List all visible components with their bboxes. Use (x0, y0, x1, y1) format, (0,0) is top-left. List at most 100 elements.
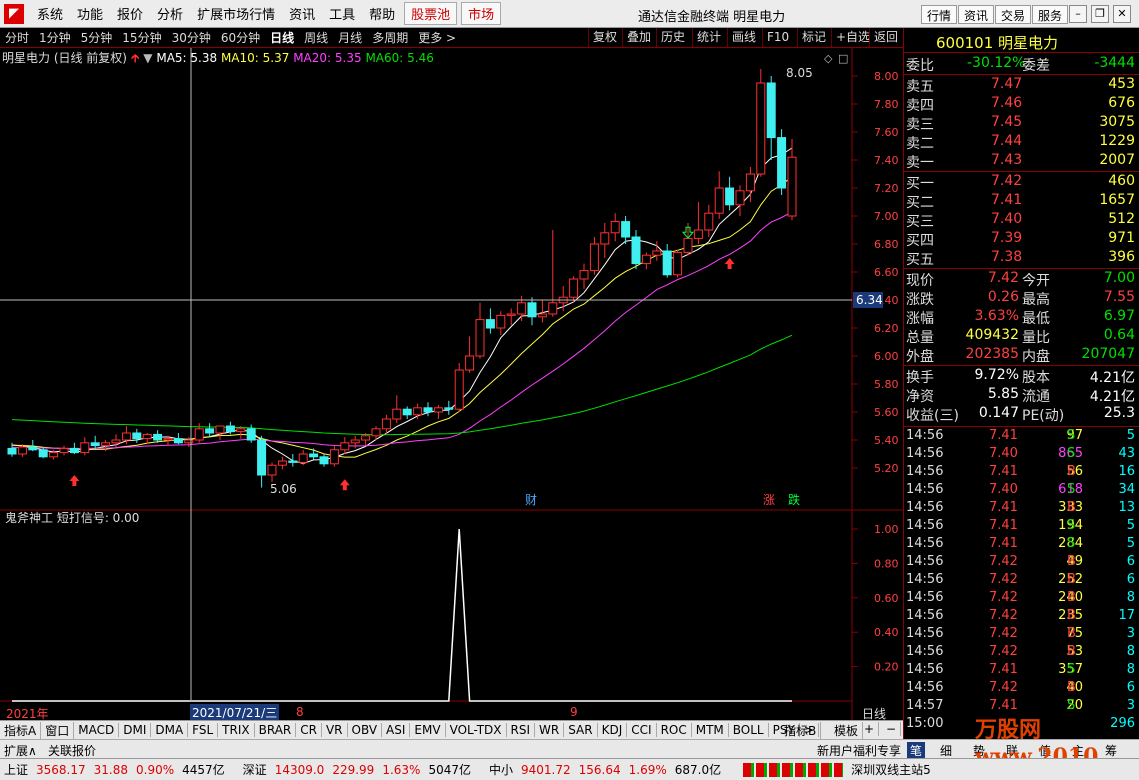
tab-wr[interactable]: WR (535, 723, 565, 737)
mark-button[interactable]: 标记 (797, 28, 830, 47)
index-quote[interactable]: 深证 14309.0 229.99 1.63% 5047亿 (243, 761, 479, 778)
tab-macd[interactable]: MACD (74, 723, 120, 737)
period-30min[interactable]: 30分钟 (167, 29, 216, 46)
tab-fsl[interactable]: FSL (188, 723, 219, 737)
tick-count: 6 (1126, 554, 1135, 569)
tick-price: 7.41 (989, 428, 1018, 443)
zoom-in-button[interactable]: + (860, 722, 880, 736)
tab-brar[interactable]: BRAR (255, 723, 297, 737)
market-button[interactable]: 行情 (921, 5, 958, 24)
tab-asi[interactable]: ASI (382, 723, 411, 737)
limit-down-mark[interactable]: 跌 (788, 492, 800, 507)
related-quote-button[interactable]: 关联报价 (48, 742, 96, 759)
menu-function[interactable]: 功能 (70, 4, 110, 23)
info-button[interactable]: 资讯 (958, 5, 995, 24)
overlay-button[interactable]: 叠加 (622, 28, 655, 47)
finance-mark[interactable]: 财 (525, 493, 537, 507)
tab-indicator-a[interactable]: 指标A (0, 721, 42, 739)
tab-dmi[interactable]: DMI (119, 723, 152, 737)
history-button[interactable]: 历史 (656, 28, 689, 47)
tab-dma[interactable]: DMA (151, 723, 189, 737)
sell-level-row[interactable]: 卖五 7.47 453 (905, 76, 1137, 95)
tab-obv[interactable]: OBV (348, 723, 383, 737)
menu-quote[interactable]: 报价 (110, 4, 150, 23)
server-status[interactable]: 深圳双线主站5 (851, 761, 931, 778)
fuquan-button[interactable]: 复权 (588, 28, 621, 47)
chart-scroll-icon[interactable]: □ (838, 52, 848, 65)
tick-time: 14:56 (906, 554, 944, 569)
menu-help[interactable]: 帮助 (362, 4, 402, 23)
period-60min[interactable]: 60分钟 (216, 29, 265, 46)
period-15min[interactable]: 15分钟 (117, 29, 166, 46)
menu-tools[interactable]: 工具 (322, 4, 362, 23)
tick-count: 3 (1126, 626, 1135, 641)
sell-level-row[interactable]: 卖四 7.46 676 (905, 95, 1137, 114)
tick-price: 7.41 (989, 662, 1018, 677)
tab-vol-tdx[interactable]: VOL-TDX (446, 723, 507, 737)
close-icon[interactable]: ✕ (1113, 5, 1131, 23)
tab-sar[interactable]: SAR (564, 723, 598, 737)
period-1min[interactable]: 1分钟 (34, 29, 76, 46)
tab-trix[interactable]: TRIX (218, 723, 255, 737)
period-fenshi[interactable]: 分时 (0, 29, 34, 46)
candle-body (319, 456, 329, 465)
kline-chart[interactable]: 8.007.807.607.407.207.006.806.606.406.20… (0, 48, 903, 720)
period-multi[interactable]: 多周期 (367, 29, 413, 46)
tab-indicator-b[interactable]: 指标B (780, 722, 822, 739)
back-button[interactable]: 返回 (869, 28, 902, 47)
menu-market[interactable]: 市场 (461, 2, 502, 25)
stats-button[interactable]: 统计 (692, 28, 725, 47)
tab-boll[interactable]: BOLL (729, 723, 769, 737)
chart-options-icon[interactable]: ◇ (824, 52, 833, 65)
trade-button[interactable]: 交易 (995, 5, 1032, 24)
level-price: 7.44 (991, 133, 1023, 149)
new-user-promo[interactable]: 新用户福利专享 (817, 742, 901, 759)
period-weekly[interactable]: 周线 (299, 29, 333, 46)
tab-emv[interactable]: EMV (410, 723, 446, 737)
menu-extended-market[interactable]: 扩展市场行情 (190, 4, 282, 23)
buy-level-row[interactable]: 买三 7.40 512 (905, 211, 1137, 230)
menu-analysis[interactable]: 分析 (150, 4, 190, 23)
buy-level-row[interactable]: 买四 7.39 971 (905, 230, 1137, 249)
menu-info[interactable]: 资讯 (282, 4, 322, 23)
index-quote[interactable]: 上证 3568.17 31.88 0.90% 4457亿 (4, 761, 233, 778)
period-5min[interactable]: 5分钟 (76, 29, 118, 46)
stat-value: 207047 (1081, 346, 1135, 362)
tab-template[interactable]: 模板 (830, 722, 864, 739)
tab-mtm[interactable]: MTM (692, 723, 729, 737)
detail-tab[interactable]: 笔 (907, 742, 926, 759)
tab-rsi[interactable]: RSI (507, 723, 536, 737)
tab-kdj[interactable]: KDJ (598, 723, 628, 737)
menu-stock-pool[interactable]: 股票池 (404, 2, 458, 25)
index-quote[interactable]: 中小 9401.72 156.64 1.69% 687.0亿 (489, 761, 729, 778)
sell-level-row[interactable]: 卖二 7.44 1229 (905, 133, 1137, 152)
menu-system[interactable]: 系统 (30, 4, 70, 23)
indicator-tick-label: 0.40 (874, 626, 899, 639)
buy-level-row[interactable]: 买一 7.42 460 (905, 173, 1137, 192)
expand-button[interactable]: 扩展∧ (4, 742, 37, 759)
stat-label: 换手 (906, 370, 934, 386)
limit-up-mark[interactable]: 涨 (763, 492, 775, 507)
add-watchlist-button[interactable]: +自选 (831, 28, 874, 47)
draw-line-button[interactable]: 画线 (727, 28, 760, 47)
restore-icon[interactable]: ❐ (1091, 5, 1109, 23)
service-button[interactable]: 服务 (1032, 5, 1069, 24)
tab-vr[interactable]: VR (322, 723, 348, 737)
detail-tab[interactable]: 细 (940, 742, 952, 759)
period-monthly[interactable]: 月线 (333, 29, 367, 46)
tab-cr[interactable]: CR (296, 723, 322, 737)
f10-button[interactable]: F10 (762, 28, 793, 47)
sell-level-row[interactable]: 卖一 7.43 2007 (905, 152, 1137, 171)
zoom-out-button[interactable]: − (882, 722, 902, 736)
tab-roc[interactable]: ROC (657, 723, 692, 737)
buy-level-row[interactable]: 买五 7.38 396 (905, 249, 1137, 268)
buy-level-row[interactable]: 买二 7.41 1657 (905, 192, 1137, 211)
stat-label: 总量 (906, 330, 934, 346)
candle-body (298, 453, 308, 463)
period-daily[interactable]: 日线 (265, 29, 299, 46)
tab-cci[interactable]: CCI (627, 723, 657, 737)
minimize-icon[interactable]: – (1069, 5, 1087, 23)
period-more[interactable]: 更多 > (413, 29, 461, 46)
tab-window[interactable]: 窗口 (41, 721, 75, 739)
sell-level-row[interactable]: 卖三 7.45 3075 (905, 114, 1137, 133)
